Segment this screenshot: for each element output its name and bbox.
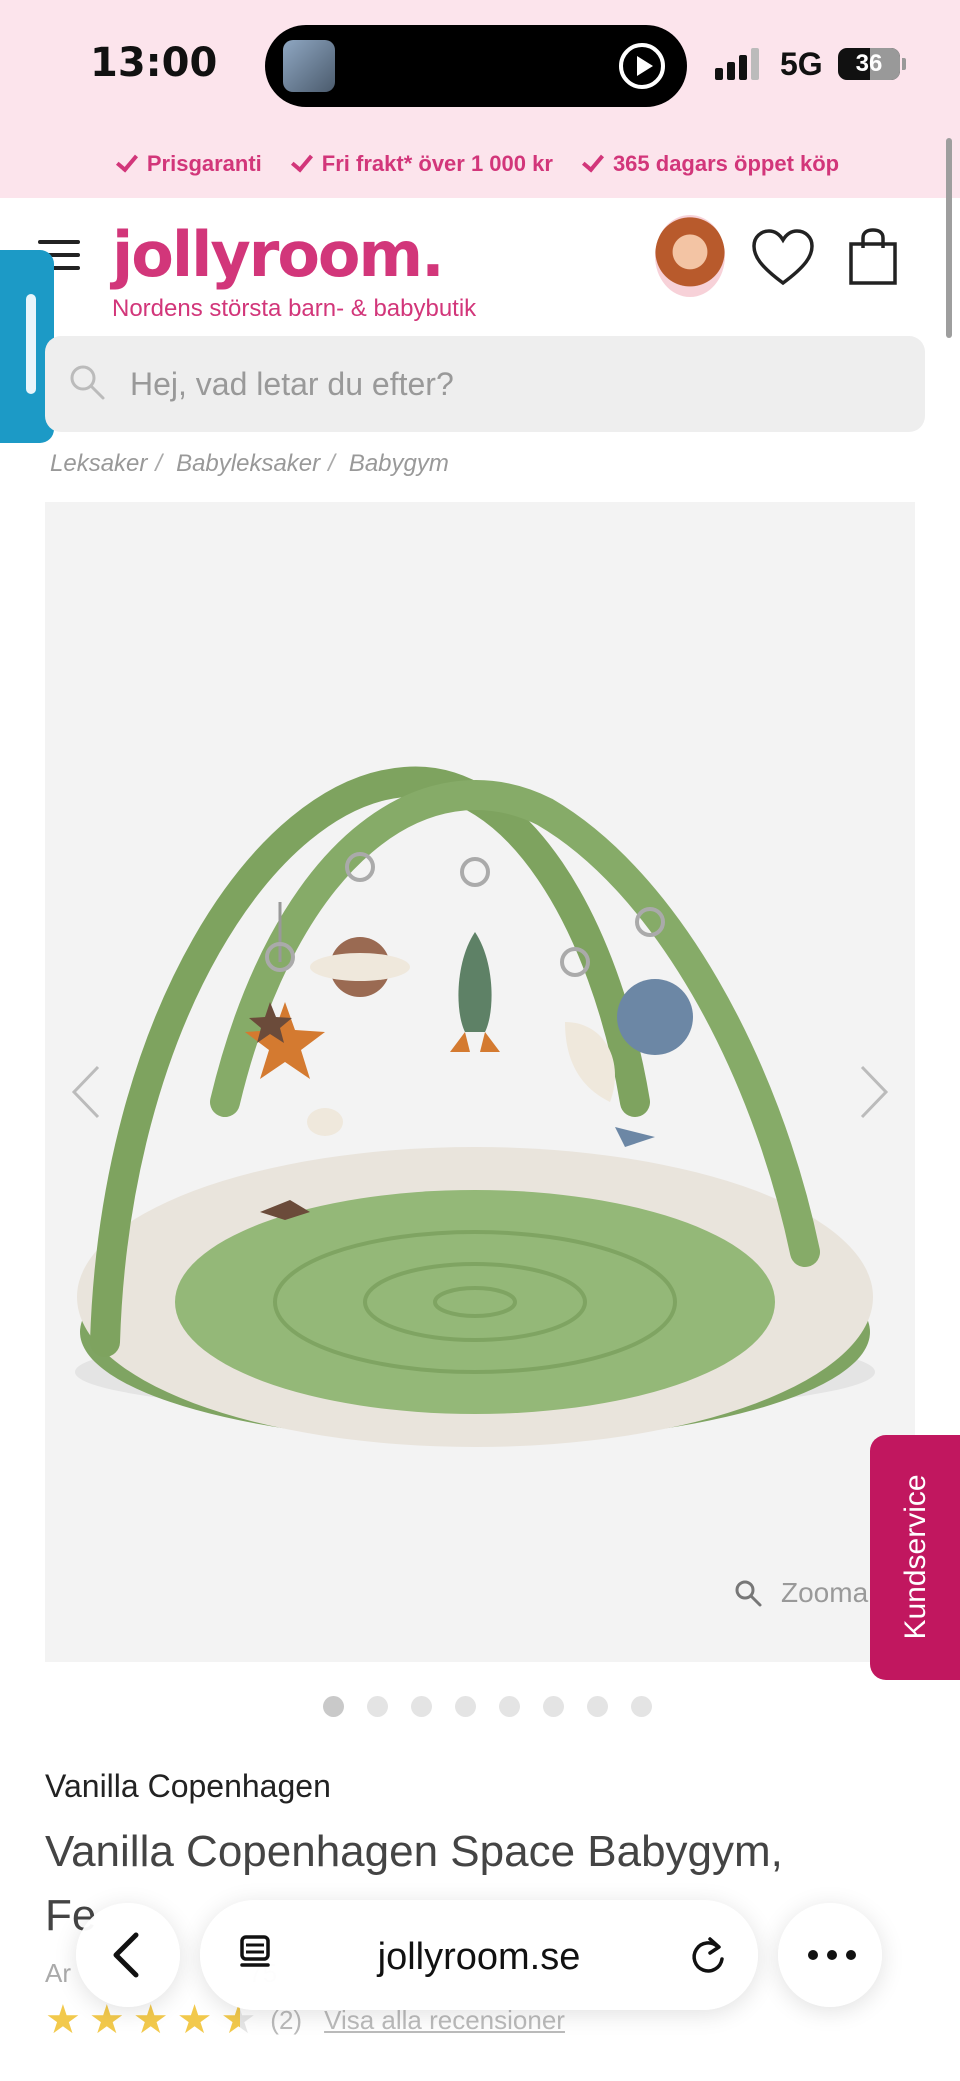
play-icon[interactable]: [619, 43, 665, 89]
breadcrumb: Leksaker / Babyleksaker / Babygym: [50, 450, 449, 478]
assistant-avatar[interactable]: [655, 215, 725, 297]
breadcrumb-item[interactable]: Babyleksaker: [176, 450, 320, 478]
gallery-dot[interactable]: [323, 1696, 344, 1717]
product-brand[interactable]: Vanilla Copenhagen: [45, 1768, 331, 1805]
usp-label: Fri frakt* över 1 000 kr: [321, 151, 553, 176]
check-icon: [115, 149, 138, 173]
usp-label: 365 dagars öppet köp: [612, 151, 840, 176]
back-button[interactable]: [76, 1903, 180, 2007]
zoom-label: Zooma: [781, 1577, 869, 1608]
reload-icon[interactable]: [688, 1933, 728, 1977]
site-logo[interactable]: jollyroom.: [112, 218, 445, 291]
gallery-dot[interactable]: [499, 1696, 520, 1717]
browser-toolbar: jollyroom.se: [0, 1880, 960, 2030]
zoom-button[interactable]: Zooma: [733, 1577, 868, 1609]
usp-label: Prisgaranti: [146, 151, 262, 176]
battery-level: 36: [855, 50, 883, 77]
gallery-dot[interactable]: [367, 1696, 388, 1717]
more-button[interactable]: [778, 1903, 882, 2007]
battery-icon: 36: [838, 48, 900, 80]
breadcrumb-separator: /: [328, 450, 335, 477]
check-icon: [581, 149, 604, 173]
breadcrumb-separator: /: [155, 450, 163, 477]
usp-item: Prisgaranti: [115, 149, 262, 177]
customer-service-label: Kundservice: [899, 1474, 932, 1640]
gallery-dot[interactable]: [631, 1696, 652, 1717]
product-gallery[interactable]: Zooma: [45, 502, 915, 1662]
usp-item: 365 dagars öppet köp: [581, 149, 840, 177]
product-image[interactable]: [45, 502, 915, 1662]
battery-tip: [902, 58, 906, 70]
search-icon: [70, 365, 105, 400]
breadcrumb-item[interactable]: Leksaker: [50, 450, 147, 478]
gallery-dot[interactable]: [543, 1696, 564, 1717]
usp-bar: Prisgaranti Fri frakt* över 1 000 kr 365…: [0, 130, 960, 198]
dynamic-island[interactable]: [265, 25, 687, 107]
zoom-icon: [735, 1580, 762, 1607]
chevron-left-icon: [113, 1932, 139, 1978]
gallery-pagination: [323, 1696, 652, 1717]
search-bar[interactable]: [45, 336, 925, 432]
signal-icon: [715, 48, 765, 80]
gallery-dot[interactable]: [411, 1696, 432, 1717]
bag-icon[interactable]: [848, 228, 898, 286]
breadcrumb-item[interactable]: Babygym: [349, 450, 449, 478]
check-icon: [290, 149, 313, 173]
status-time: 13:00: [90, 40, 218, 86]
product-title-line: Vanilla Copenhagen Space Babygym,: [45, 1827, 783, 1876]
heart-icon[interactable]: [750, 228, 816, 288]
media-thumbnail: [283, 40, 335, 92]
page: 13:00 5G 36 Prisgaranti Fri frakt* över …: [0, 0, 960, 2081]
customer-service-tab[interactable]: Kundservice: [870, 1435, 960, 1680]
scroll-indicator: [946, 138, 952, 338]
gallery-dot[interactable]: [587, 1696, 608, 1717]
usp-item: Fri frakt* över 1 000 kr: [290, 149, 553, 177]
chevron-left-icon[interactable]: [60, 1057, 110, 1127]
network-label: 5G: [780, 46, 823, 82]
chevron-right-icon[interactable]: [850, 1057, 900, 1127]
address-bar[interactable]: jollyroom.se: [200, 1900, 758, 2010]
status-bar: 13:00 5G 36: [0, 0, 960, 130]
gallery-dot[interactable]: [455, 1696, 476, 1717]
search-input[interactable]: [130, 336, 890, 432]
site-tagline: Nordens största barn- & babybutik: [112, 295, 477, 322]
more-icon: [808, 1950, 856, 1960]
url-text[interactable]: jollyroom.se: [200, 1936, 758, 1979]
